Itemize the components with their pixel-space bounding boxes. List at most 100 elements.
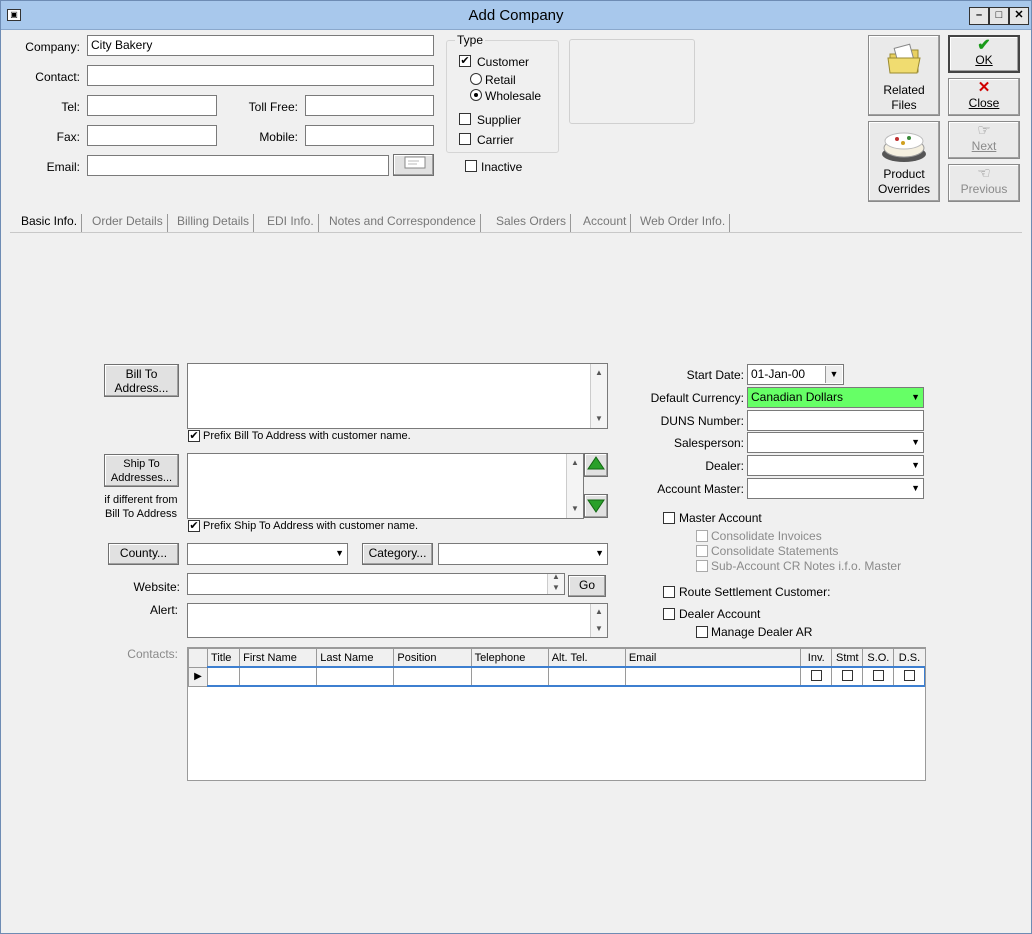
cell-position[interactable] <box>393 666 472 687</box>
cell-last-name[interactable] <box>316 666 395 687</box>
website-input[interactable]: ▲ ▼ <box>187 572 565 595</box>
master-account-checkbox[interactable] <box>663 512 675 524</box>
col-telephone[interactable]: Telephone <box>470 648 549 668</box>
calendar-dropdown-icon[interactable]: ▼ <box>825 366 842 383</box>
col-first-name[interactable]: First Name <box>239 648 318 668</box>
county-button[interactable]: County... <box>108 543 179 565</box>
retail-radio[interactable] <box>470 73 482 85</box>
mobile-input[interactable] <box>305 125 434 146</box>
contacts-grid[interactable]: Title First Name Last Name Position Tele… <box>187 647 926 781</box>
col-email[interactable]: Email <box>624 648 802 668</box>
scroll-down-icon[interactable]: ▼ <box>549 583 563 593</box>
alert-textarea[interactable]: ▲ ▼ <box>187 603 608 638</box>
ship-to-addresses-button[interactable]: Ship To Addresses... <box>104 454 179 487</box>
related-files-button[interactable]: Related Files <box>868 35 940 116</box>
customer-checkbox[interactable]: ✔ <box>459 55 471 67</box>
scroll-down-icon[interactable]: ▼ <box>592 622 606 636</box>
cell-inv[interactable] <box>800 666 833 687</box>
tab-billing-details[interactable]: Billing Details <box>177 214 255 232</box>
col-position[interactable]: Position <box>393 648 472 668</box>
supplier-checkbox[interactable] <box>459 113 471 125</box>
col-inv[interactable]: Inv. <box>800 648 833 668</box>
send-email-button[interactable] <box>393 154 434 176</box>
route-settlement-checkbox[interactable] <box>663 586 675 598</box>
logo-image-box[interactable] <box>569 39 695 124</box>
tollfree-input[interactable] <box>305 95 434 116</box>
bill-to-address-textarea[interactable]: ▲ ▼ <box>187 363 608 429</box>
ship-to-address-textarea[interactable]: ▲ ▼ <box>187 453 584 519</box>
tel-input[interactable] <box>87 95 217 116</box>
ship-to-scrollbar[interactable]: ▲ ▼ <box>566 454 583 518</box>
chevron-down-icon[interactable]: ▼ <box>911 392 920 402</box>
cell-telephone[interactable] <box>470 666 549 687</box>
alert-scrollbar[interactable]: ▲ ▼ <box>590 604 607 637</box>
salesperson-select[interactable]: ▼ <box>747 432 924 453</box>
carrier-checkbox[interactable] <box>459 133 471 145</box>
ship-to-next-button[interactable] <box>584 494 608 518</box>
consolidate-invoices-checkbox[interactable] <box>696 530 708 542</box>
window-close-button[interactable]: ✕ <box>1009 7 1029 25</box>
prefix-bill-to-checkbox[interactable]: ✔ <box>188 430 200 442</box>
inv-checkbox[interactable] <box>810 669 822 681</box>
scroll-up-icon[interactable]: ▲ <box>549 572 563 582</box>
minimize-button[interactable]: – <box>969 7 989 25</box>
fax-input[interactable] <box>87 125 217 146</box>
scroll-down-icon[interactable]: ▼ <box>592 412 606 426</box>
tab-web-order-info[interactable]: Web Order Info. <box>640 214 731 232</box>
cell-stmt[interactable] <box>831 666 864 687</box>
company-input[interactable]: City Bakery <box>87 35 434 56</box>
tab-account[interactable]: Account <box>583 214 632 232</box>
cell-ds[interactable] <box>893 666 925 687</box>
tab-notes-correspondence[interactable]: Notes and Correspondence <box>329 214 481 232</box>
col-stmt[interactable]: Stmt <box>831 648 864 668</box>
col-alt-tel[interactable]: Alt. Tel. <box>547 648 626 668</box>
dealer-account-checkbox[interactable] <box>663 608 675 620</box>
start-date-picker[interactable]: 01-Jan-00 ▼ <box>747 364 844 385</box>
tab-sales-orders[interactable]: Sales Orders <box>496 214 572 232</box>
category-button[interactable]: Category... <box>362 543 433 565</box>
ship-to-prev-button[interactable] <box>584 453 608 477</box>
bill-to-scrollbar[interactable]: ▲ ▼ <box>590 364 607 428</box>
scroll-up-icon[interactable]: ▲ <box>592 366 606 380</box>
scroll-down-icon[interactable]: ▼ <box>568 502 582 516</box>
previous-button[interactable]: ☜ Previous <box>948 164 1020 202</box>
manage-dealer-ar-checkbox[interactable] <box>696 626 708 638</box>
subaccount-cr-checkbox[interactable] <box>696 560 708 572</box>
scroll-up-icon[interactable]: ▲ <box>568 456 582 470</box>
col-ds[interactable]: D.S. <box>893 648 925 668</box>
inactive-checkbox[interactable] <box>465 160 477 172</box>
product-overrides-button[interactable]: Product Overrides <box>868 121 940 202</box>
cell-so[interactable] <box>862 666 895 687</box>
cell-first-name[interactable] <box>239 666 318 687</box>
col-title[interactable]: Title <box>207 648 241 668</box>
tab-order-details[interactable]: Order Details <box>92 214 168 232</box>
maximize-button[interactable]: □ <box>989 7 1009 25</box>
bill-to-address-button[interactable]: Bill To Address... <box>104 364 179 397</box>
scroll-up-icon[interactable]: ▲ <box>592 605 606 619</box>
chevron-down-icon[interactable]: ▼ <box>595 548 604 558</box>
col-last-name[interactable]: Last Name <box>316 648 395 668</box>
go-button[interactable]: Go <box>568 575 606 597</box>
ds-checkbox[interactable] <box>903 669 915 681</box>
consolidate-statements-checkbox[interactable] <box>696 545 708 557</box>
dealer-select[interactable]: ▼ <box>747 455 924 476</box>
so-checkbox[interactable] <box>872 669 884 681</box>
default-currency-select[interactable]: Canadian Dollars ▼ <box>747 387 924 408</box>
ok-button[interactable]: ✔ OK <box>948 35 1020 73</box>
tab-edi-info[interactable]: EDI Info. <box>267 214 319 232</box>
wholesale-radio[interactable] <box>470 89 482 101</box>
website-scrollbar[interactable]: ▲ ▼ <box>547 572 564 594</box>
account-master-select[interactable]: ▼ <box>747 478 924 499</box>
prefix-ship-to-checkbox[interactable]: ✔ <box>188 520 200 532</box>
tab-basic-info[interactable]: Basic Info. <box>21 214 83 232</box>
cell-alt-tel[interactable] <box>547 666 626 687</box>
cell-title[interactable] <box>207 666 241 687</box>
next-button[interactable]: ☞ Next <box>948 121 1020 159</box>
col-so[interactable]: S.O. <box>862 648 895 668</box>
chevron-down-icon[interactable]: ▼ <box>911 460 920 470</box>
category-select[interactable]: ▼ <box>438 543 608 565</box>
close-button[interactable]: ✕ Close <box>948 78 1020 116</box>
email-input[interactable] <box>87 155 389 176</box>
duns-input[interactable] <box>747 410 924 431</box>
chevron-down-icon[interactable]: ▼ <box>911 483 920 493</box>
